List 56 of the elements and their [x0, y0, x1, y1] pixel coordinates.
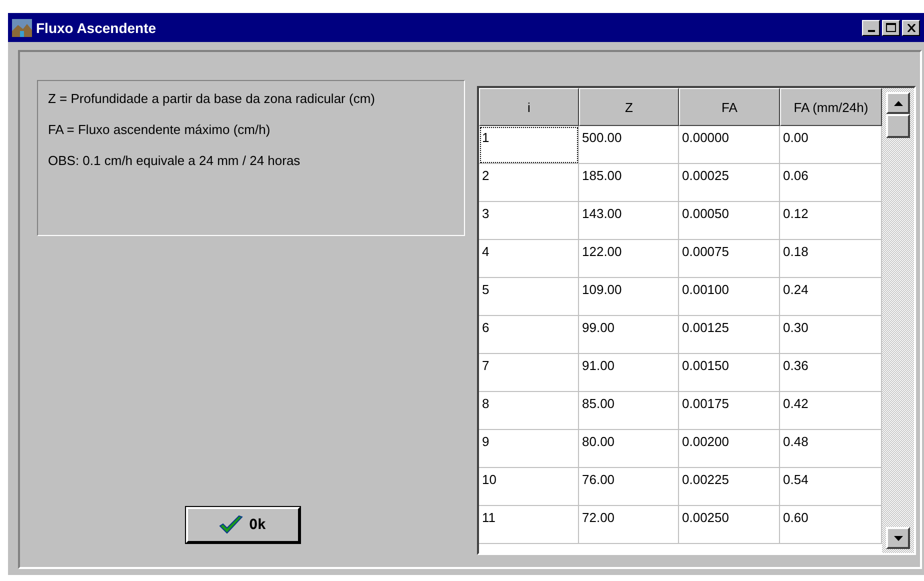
table-cell[interactable]: 72.00	[579, 506, 679, 544]
table-cell[interactable]: 11	[479, 506, 579, 544]
table-cell[interactable]: 0.00125	[679, 316, 780, 354]
maximize-icon	[886, 23, 896, 32]
table-cell[interactable]: 99.00	[579, 316, 679, 354]
close-icon	[906, 24, 916, 32]
close-button[interactable]	[902, 20, 920, 36]
maximize-button[interactable]	[882, 20, 900, 36]
table-cell[interactable]: 0.00225	[679, 468, 780, 506]
column-header[interactable]: Z	[579, 88, 679, 126]
legend-text: OBS: 0.1 cm/h equivale a 24 mm / 24 horas	[48, 153, 302, 168]
table-cell[interactable]: 109.00	[579, 278, 679, 316]
table-cell[interactable]: 143.00	[579, 202, 679, 240]
window-title: Fluxo Ascendente	[36, 20, 158, 36]
table-cell[interactable]: 500.00	[579, 126, 679, 164]
table-cell[interactable]: 1	[479, 126, 579, 164]
up-arrow-icon	[894, 100, 902, 106]
table-cell[interactable]: 76.00	[579, 468, 679, 506]
legend-text: Z = Profundidade a partir da base da zona radicular (cm)	[48, 91, 376, 106]
minimize-icon	[868, 30, 874, 32]
table-cell[interactable]: 122.00	[579, 240, 679, 278]
table-cell[interactable]: 0.00150	[679, 354, 780, 392]
landscape-icon	[12, 18, 32, 36]
checkmark-icon	[219, 515, 244, 535]
table-cell[interactable]: 0.00000	[679, 126, 780, 164]
ok-button[interactable]: Ok	[186, 507, 300, 543]
table-cell[interactable]: 80.00	[579, 430, 679, 468]
column-header[interactable]: FA	[679, 88, 780, 126]
table-cell[interactable]: 9	[479, 430, 579, 468]
table-cell[interactable]: 0.00200	[679, 430, 780, 468]
table-cell[interactable]: 0.00050	[679, 202, 780, 240]
column-header[interactable]: i	[479, 88, 579, 126]
table-cell[interactable]: 185.00	[579, 164, 679, 202]
scroll-down-button[interactable]	[886, 527, 910, 549]
table-cell[interactable]: 8	[479, 392, 579, 430]
column-header[interactable]: FA (mm/24h)	[780, 88, 882, 126]
table-cell[interactable]: 10	[479, 468, 579, 506]
table-cell[interactable]: 5	[479, 278, 579, 316]
legend-text: FA = Fluxo ascendente máximo (cm/h)	[48, 122, 272, 137]
scrollbar[interactable]	[882, 88, 914, 553]
table-cell[interactable]: 4	[479, 240, 579, 278]
table-cell[interactable]: 0.00100	[679, 278, 780, 316]
table-cell[interactable]: 3	[479, 202, 579, 240]
table-cell[interactable]: 0.00250	[679, 506, 780, 544]
minimize-button[interactable]	[862, 20, 880, 36]
down-arrow-icon	[894, 536, 902, 540]
table-cell[interactable]: 91.00	[579, 354, 679, 392]
scroll-thumb[interactable]	[886, 114, 910, 138]
table-cell[interactable]: 0.00025	[679, 164, 780, 202]
scroll-up-button[interactable]	[886, 92, 910, 114]
table-cell[interactable]: 7	[479, 354, 579, 392]
table-cell[interactable]: 2	[479, 164, 579, 202]
table-cell[interactable]: 85.00	[579, 392, 679, 430]
table-cell[interactable]: 0.00175	[679, 392, 780, 430]
table-cell[interactable]: 6	[479, 316, 579, 354]
table-cell[interactable]: 0.00075	[679, 240, 780, 278]
